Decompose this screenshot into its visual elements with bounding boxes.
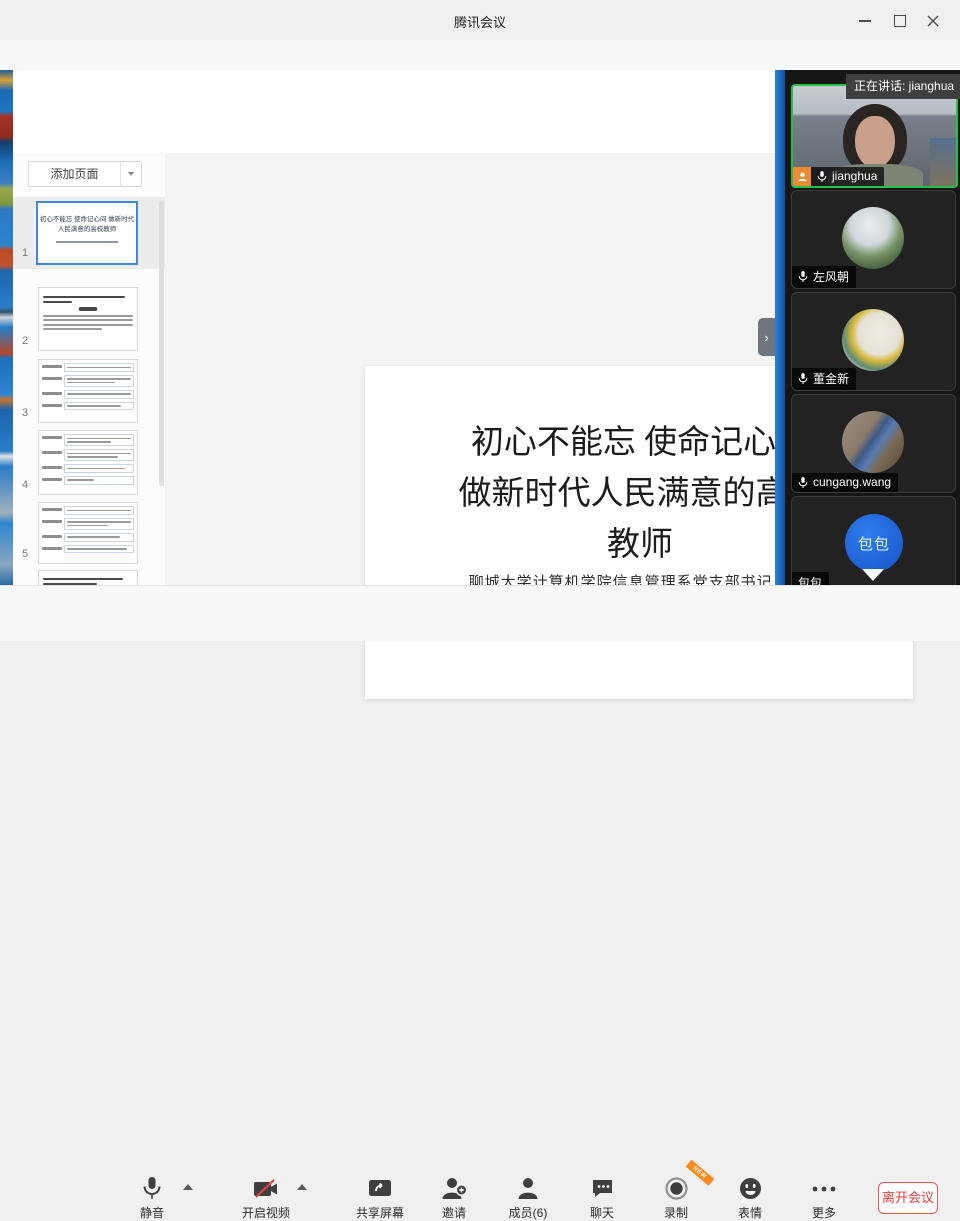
video-tile-cungang-wang[interactable]: cungang.wang [791, 394, 956, 493]
slide-thumbnail-5[interactable] [38, 502, 138, 564]
participant-avatar [842, 309, 904, 371]
thumbnail-content [39, 571, 137, 585]
chat-icon [591, 1176, 614, 1200]
editor-header: 聊城大学计算机学院姜华党课 ✓ 最近保存 16:30 A [13, 70, 775, 115]
add-page-label: 添加页面 [29, 162, 120, 186]
participant-avatar: 包包 [845, 514, 903, 572]
slide-canvas: 初心不能忘 使命记心间 做新时代人民满意的高校教师 聊城大学计算机学院信息管理系… [165, 153, 775, 585]
record-icon [665, 1176, 688, 1200]
more-button[interactable]: 更多 [800, 1176, 848, 1221]
thumbnail-subtitle-bar [56, 241, 118, 243]
thumbnail-content [39, 363, 137, 410]
mic-on-icon [798, 476, 808, 489]
slide-thumbnail-6[interactable] [38, 570, 138, 585]
video-panel: jianghua 左风朝 董金新 cungang.wang 包包 包包 [785, 70, 960, 585]
participant-avatar [842, 207, 904, 269]
minimize-button[interactable] [850, 12, 880, 30]
add-page-button[interactable]: 添加页面 [28, 161, 142, 187]
panel-expand-tab[interactable]: › [758, 318, 775, 356]
video-tile-jianghua[interactable]: jianghua [791, 84, 958, 188]
slide-number: 2 [17, 335, 33, 347]
window-titlebar: 腾讯会议 [0, 0, 960, 41]
slide-thumbnail-1[interactable]: 初心不能忘 使命记心间 做新时代人民满意的高校教师 [36, 201, 138, 265]
slide-sidebar: 添加页面 1 初心不能忘 使命记心间 做新时代人民满意的高校教师 2 3 4 [13, 153, 166, 585]
thumbnail-content [39, 506, 137, 553]
invite-person-icon [441, 1176, 467, 1200]
mute-button[interactable]: 静音 [128, 1176, 176, 1221]
more-dots-icon [811, 1176, 837, 1200]
add-page-dropdown[interactable] [120, 162, 141, 186]
slide-number: 1 [17, 247, 33, 259]
slide-thumbnail-4[interactable] [38, 430, 138, 495]
close-button[interactable] [918, 12, 948, 30]
participant-name-chip: 左风朝 [792, 266, 856, 288]
camera-options-arrow[interactable] [297, 1184, 307, 1190]
thumbnail-title-text: 初心不能忘 使命记心间 做新时代人民满意的高校教师 [38, 203, 136, 235]
mic-on-icon [798, 372, 808, 385]
mic-on-icon [817, 170, 827, 183]
mic-icon [142, 1176, 162, 1200]
invite-button[interactable]: 邀请 [430, 1176, 478, 1221]
host-badge-icon [793, 167, 811, 186]
editor-toolbar: ↺ ↻ A 16 [13, 115, 775, 154]
desktop-edge-sliver [0, 70, 13, 585]
video-tile-dongjinxin[interactable]: 董金新 [791, 292, 956, 391]
sidebar-scrollbar[interactable] [159, 201, 164, 486]
participant-name-chip: cungang.wang [792, 473, 898, 492]
meeting-bottom-toolbar: 静音 开启视频 共享屏幕 邀请 [0, 585, 960, 641]
slide-thumbnail-2[interactable] [38, 287, 138, 351]
thumbnail-content [39, 434, 137, 485]
emoji-icon [739, 1176, 762, 1200]
members-icon [517, 1176, 539, 1200]
slide-thumbnail-3[interactable] [38, 359, 138, 423]
screen-edge-divider [775, 70, 785, 585]
camera-button[interactable]: 开启视频 [242, 1176, 290, 1221]
chat-button[interactable]: 聊天 [578, 1176, 626, 1221]
scroll-down-arrow-icon[interactable] [862, 569, 884, 581]
emoji-button[interactable]: 表情 [726, 1176, 774, 1221]
maximize-button[interactable] [885, 12, 915, 30]
slide-number: 3 [17, 407, 33, 419]
record-button[interactable]: 录制 NEW [652, 1176, 700, 1221]
window-title: 腾讯会议 [0, 12, 960, 31]
leave-meeting-button[interactable]: 离开会议 [878, 1182, 938, 1214]
members-button[interactable]: 成员(6) [504, 1176, 552, 1221]
speaking-indicator-tooltip: 正在讲话: jianghua [846, 74, 960, 99]
slide-number: 4 [17, 479, 33, 491]
video-tile-zuofengchao[interactable]: 左风朝 [791, 190, 956, 289]
share-screen-button[interactable]: 共享屏幕 [356, 1176, 404, 1221]
slide-number: 5 [17, 548, 33, 560]
participant-name-chip: jianghua [811, 167, 884, 186]
meeting-topbar: i 05:04 切换视图 [0, 40, 960, 71]
new-badge: NEW [685, 1160, 713, 1186]
participant-avatar [842, 411, 904, 473]
participant-name-chip: 董金新 [792, 368, 856, 390]
camera-off-icon [253, 1176, 279, 1200]
share-screen-icon [368, 1176, 392, 1200]
participant-name-chip: 包包 [792, 572, 829, 585]
thumbnail-content [39, 288, 137, 330]
mic-on-icon [798, 270, 808, 283]
mic-options-arrow[interactable] [183, 1184, 193, 1190]
slide-title[interactable]: 初心不能忘 使命记心间 做新时代人民满意的高校教师 [449, 418, 831, 571]
